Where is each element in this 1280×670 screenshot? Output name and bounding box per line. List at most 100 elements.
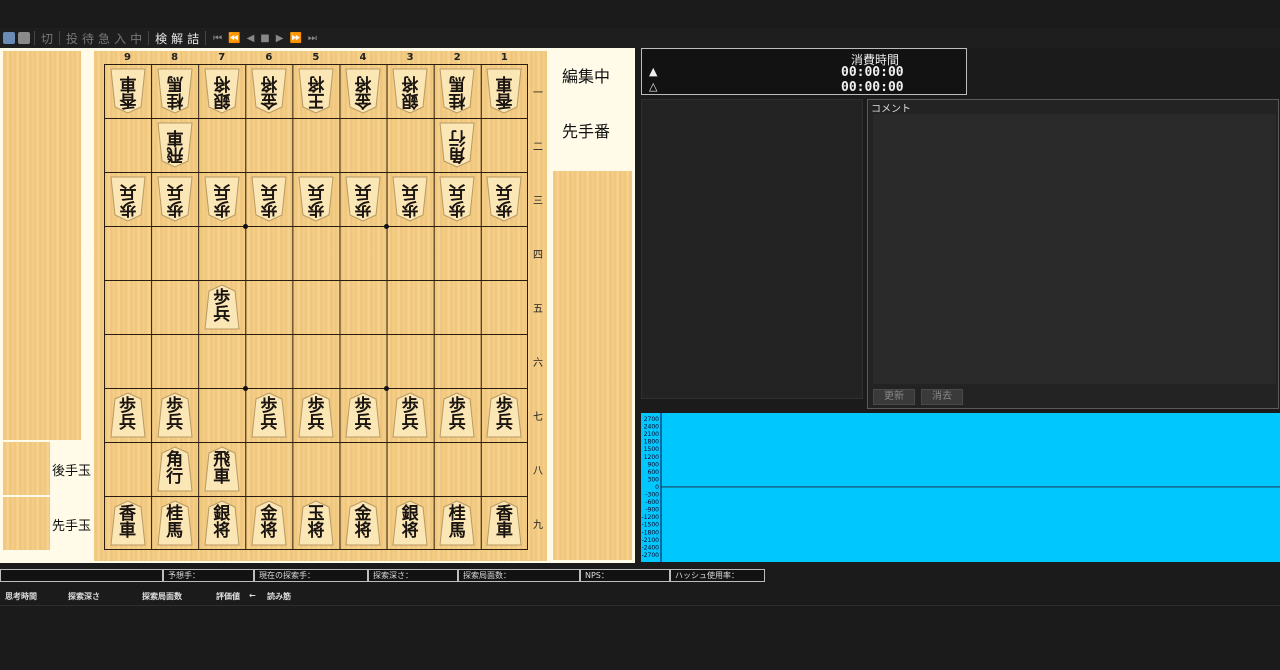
stop-icon[interactable]: ■ — [260, 33, 269, 44]
shogi-piece[interactable]: 歩兵 — [157, 392, 193, 438]
shogi-piece[interactable]: 歩兵 — [439, 392, 475, 438]
shogi-piece[interactable]: 桂馬 — [439, 500, 475, 546]
piece-char-bottom: 兵 — [260, 181, 278, 201]
shogi-piece[interactable]: 飛車 — [204, 446, 240, 492]
back-one-icon[interactable]: ◀ — [247, 33, 255, 44]
shogi-piece[interactable]: 金将 — [345, 68, 381, 114]
shogi-piece[interactable]: 角行 — [157, 446, 193, 492]
piece-char-bottom: 将 — [401, 521, 419, 541]
piece-char-bottom: 将 — [354, 73, 372, 93]
graph-svg: 2700240021001800150012009006003000-300-6… — [642, 413, 1280, 562]
kifu-list-panel[interactable] — [641, 99, 863, 399]
stop-button[interactable]: 中 — [130, 30, 142, 47]
shogi-piece[interactable]: 歩兵 — [109, 392, 146, 438]
shogi-piece[interactable]: 歩兵 — [392, 176, 428, 222]
shogi-piece[interactable]: 歩兵 — [251, 392, 287, 438]
star-point — [384, 385, 390, 391]
last-move-icon[interactable]: ⏭ — [308, 33, 317, 44]
declare-button[interactable]: 入 — [114, 30, 126, 47]
comment-textarea[interactable] — [873, 114, 1276, 384]
cut-button[interactable]: 切 — [41, 30, 53, 47]
piece-char-bottom: 馬 — [448, 521, 466, 541]
rank-label: 五 — [533, 304, 543, 315]
pv-col-arrow[interactable]: ← — [249, 591, 256, 600]
graph-y-tick-label: -2700 — [642, 552, 660, 559]
shogi-piece[interactable]: 歩兵 — [109, 176, 146, 222]
solve-button[interactable]: 解 — [171, 30, 183, 47]
shogi-piece[interactable]: 銀将 — [204, 68, 240, 114]
pv-col-depth[interactable]: 探索深さ — [68, 591, 100, 602]
piece-char-bottom: 将 — [307, 73, 325, 93]
shogi-piece[interactable]: 歩兵 — [157, 176, 193, 222]
shogi-piece[interactable]: 香車 — [486, 68, 522, 114]
file-label: 5 — [312, 52, 320, 63]
shogi-piece[interactable]: 歩兵 — [345, 176, 381, 222]
shogi-piece[interactable]: 飛車 — [157, 122, 193, 168]
piece-char-bottom: 馬 — [166, 521, 184, 541]
shogi-piece[interactable]: 金将 — [251, 68, 287, 114]
shogi-piece[interactable]: 銀将 — [204, 500, 240, 546]
hurry-button[interactable]: 急 — [98, 30, 110, 47]
pv-col-nodes[interactable]: 探索局面数 — [142, 591, 182, 602]
sente-piece-stand[interactable] — [553, 171, 632, 560]
first-move-icon[interactable]: ⏮ — [213, 33, 222, 44]
shogi-piece[interactable]: 桂馬 — [439, 68, 475, 114]
shogi-piece[interactable]: 歩兵 — [439, 176, 475, 222]
shogi-piece[interactable]: 角行 — [439, 122, 475, 168]
pv-col-time[interactable]: 思考時間 — [5, 591, 37, 602]
shogi-piece[interactable]: 王将 — [298, 68, 334, 114]
piece-char-top: 歩 — [119, 198, 137, 218]
shogi-piece[interactable]: 歩兵 — [298, 392, 334, 438]
piece-char-top: 歩 — [354, 198, 372, 218]
shogi-piece[interactable]: 歩兵 — [486, 176, 522, 222]
piece-char-top: 銀 — [401, 90, 419, 110]
piece-char-top: 歩 — [213, 198, 231, 218]
piece-char-bottom: 兵 — [307, 181, 325, 201]
shogi-piece[interactable]: 歩兵 — [204, 284, 240, 330]
update-button[interactable]: 更新 — [873, 389, 915, 405]
shogi-piece[interactable]: 銀将 — [392, 68, 428, 114]
file-label: 8 — [171, 52, 179, 63]
shogi-piece[interactable]: 香車 — [486, 500, 522, 546]
undo-button[interactable]: 待 — [82, 30, 94, 47]
pv-col-line[interactable]: 読み筋 — [267, 591, 291, 602]
shogi-piece[interactable]: 香車 — [109, 68, 146, 114]
shogi-piece[interactable]: 歩兵 — [204, 176, 240, 222]
shogi-piece[interactable]: 歩兵 — [392, 392, 428, 438]
back-many-icon[interactable]: ⏪ — [228, 33, 240, 44]
shogi-piece[interactable]: 桂馬 — [157, 500, 193, 546]
sente-hand-stand[interactable] — [3, 497, 50, 550]
shogi-piece[interactable]: 歩兵 — [345, 392, 381, 438]
evaluation-graph[interactable]: 2700 2400 2100 1800 1500 1200 900 600 300 0 -300 -6… — [641, 413, 1280, 562]
shogi-piece[interactable]: 玉将 — [298, 500, 334, 546]
analyze-button[interactable]: 検 — [155, 30, 167, 47]
shogi-piece[interactable]: 歩兵 — [298, 176, 334, 222]
shogi-piece[interactable]: 銀将 — [392, 500, 428, 546]
forward-one-icon[interactable]: ▶ — [276, 33, 284, 44]
rank-label: 八 — [533, 466, 543, 477]
piece-char-bottom: 車 — [119, 521, 137, 541]
shogi-piece[interactable]: 歩兵 — [251, 176, 287, 222]
gote-time: 00:00:00 — [841, 80, 904, 95]
time-panel: 消費時間 ▲ 00:00:00 △ 00:00:00 — [641, 48, 967, 95]
save-file-icon[interactable] — [18, 32, 30, 44]
open-file-icon[interactable] — [3, 32, 15, 44]
piece-char-top: 歩 — [495, 198, 513, 218]
shogi-piece[interactable]: 歩兵 — [486, 392, 522, 438]
graph-y-tick-label: 900 — [648, 461, 660, 468]
resign-button[interactable]: 投 — [66, 30, 78, 47]
piece-char-bottom: 行 — [166, 467, 184, 487]
gote-piece-stand[interactable] — [3, 51, 81, 440]
gote-hand-stand[interactable] — [3, 442, 50, 495]
mate-button[interactable]: 詰 — [187, 30, 199, 47]
pv-col-eval[interactable]: 評価値 — [216, 591, 240, 602]
toolbar-divider — [34, 31, 35, 45]
piece-char-bottom: 兵 — [119, 181, 137, 201]
shogi-piece[interactable]: 香車 — [109, 500, 146, 546]
piece-char-bottom: 兵 — [448, 181, 466, 201]
shogi-piece[interactable]: 金将 — [345, 500, 381, 546]
shogi-piece[interactable]: 金将 — [251, 500, 287, 546]
forward-many-icon[interactable]: ⏩ — [289, 33, 301, 44]
shogi-piece[interactable]: 桂馬 — [157, 68, 193, 114]
clear-button[interactable]: 消去 — [921, 389, 963, 405]
